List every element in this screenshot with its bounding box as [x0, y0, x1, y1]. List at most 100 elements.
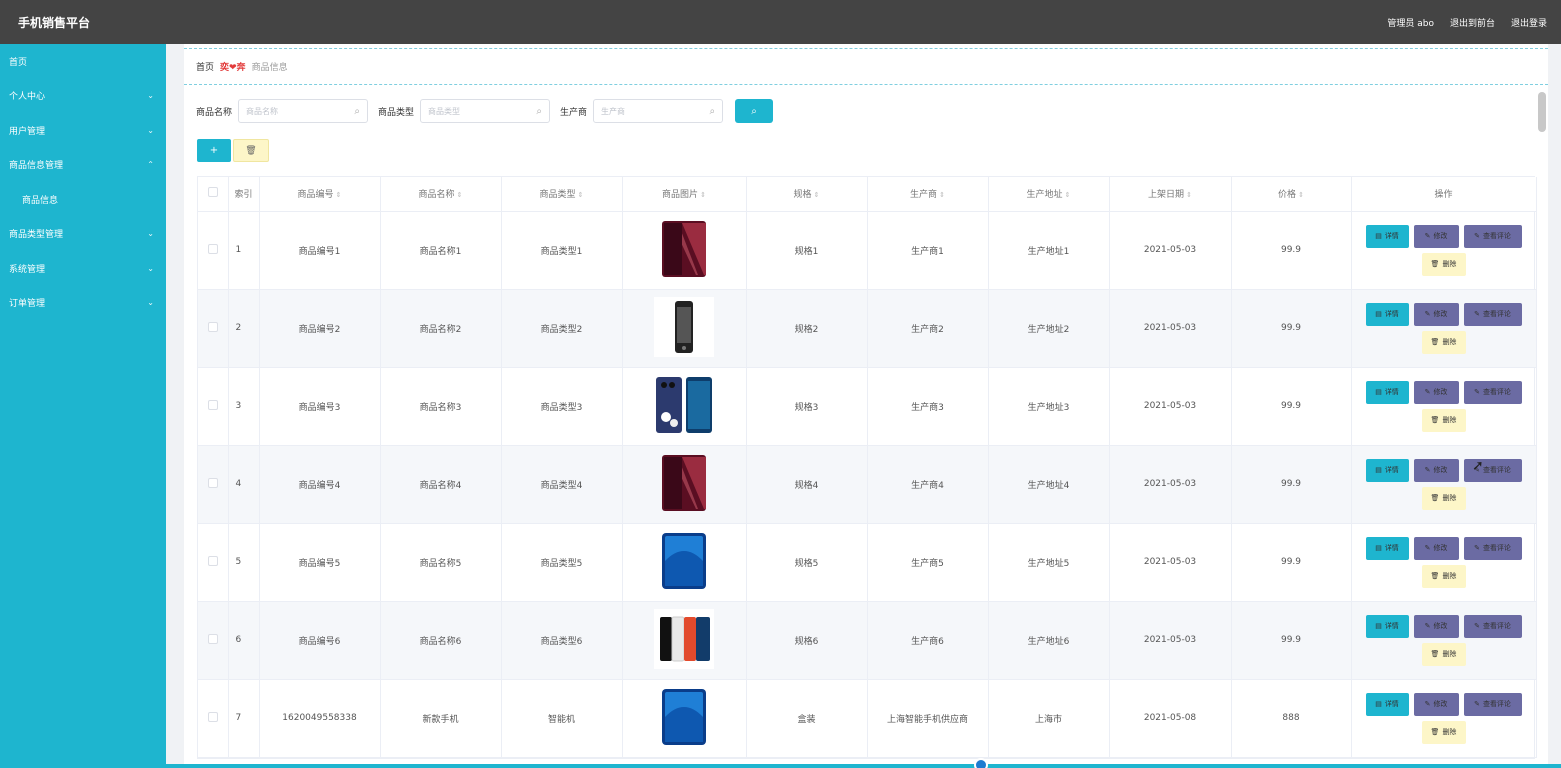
- sidebar-item-personal[interactable]: 个人中心 ⌄: [0, 79, 166, 114]
- sidebar-item-product-info[interactable]: 商品信息: [0, 182, 166, 217]
- trash-icon: 🗑: [1430, 416, 1440, 424]
- cell-spec: 规格2: [746, 289, 868, 368]
- edit-button[interactable]: ✎ 修改: [1413, 614, 1459, 638]
- cell-maker: 上海智能手机供应商: [867, 679, 989, 758]
- view-reviews-button[interactable]: ✎ 查看评论: [1463, 692, 1522, 716]
- cell-type: 商品类型6: [501, 601, 623, 680]
- phone-set-icon[interactable]: [654, 608, 714, 669]
- logout-link[interactable]: 退出登录: [1511, 16, 1547, 29]
- delete-button[interactable]: 🗑 删除: [1421, 720, 1466, 744]
- detail-button[interactable]: ▤ 详情: [1365, 692, 1409, 716]
- phone-black-icon[interactable]: [654, 296, 714, 357]
- document-icon: ▤: [1375, 700, 1382, 708]
- document-icon: ▤: [1375, 232, 1382, 240]
- search-button[interactable]: ⌕: [735, 99, 774, 123]
- sort-icon: ⇕: [700, 191, 706, 200]
- type-search-input[interactable]: 商品类型 ⌕: [420, 99, 551, 123]
- phone-red-icon[interactable]: [654, 219, 714, 279]
- mouse-cursor-icon: ➚: [1472, 458, 1484, 474]
- row-checkbox[interactable]: [198, 679, 229, 758]
- detail-button[interactable]: ▤ 详情: [1365, 380, 1409, 404]
- col-code[interactable]: 商品编号 ⇕: [259, 177, 381, 212]
- col-date[interactable]: 上架日期 ⇕: [1109, 177, 1232, 212]
- row-checkbox[interactable]: [198, 601, 229, 680]
- col-address[interactable]: 生产地址 ⇕: [988, 177, 1110, 212]
- sidebar-item-home[interactable]: 首页: [0, 44, 166, 79]
- col-name[interactable]: 商品名称 ⇕: [380, 177, 502, 212]
- cell-name: 商品名称1: [380, 211, 502, 290]
- delete-button[interactable]: 🗑 删除: [1421, 252, 1466, 276]
- breadcrumb-home[interactable]: 首页: [196, 60, 214, 73]
- col-type[interactable]: 商品类型 ⇕: [501, 177, 623, 212]
- sidebar-item-product-type-mgmt[interactable]: 商品类型管理 ⌄: [0, 217, 166, 252]
- scrollbar[interactable]: [1538, 92, 1546, 132]
- app-title: 手机销售平台: [18, 15, 91, 30]
- sort-icon: ⇕: [577, 191, 584, 200]
- row-checkbox[interactable]: [198, 367, 229, 446]
- row-checkbox[interactable]: [198, 289, 229, 368]
- cell-price: 99.9: [1231, 601, 1352, 680]
- cell-spec: 盒装: [746, 679, 868, 758]
- top-right-links: 管理员 abo 退出到前台 退出登录: [1387, 16, 1547, 29]
- edit-button[interactable]: ✎ 修改: [1413, 692, 1459, 716]
- sidebar-item-orders[interactable]: 订单管理 ⌄: [0, 286, 166, 321]
- sidebar-item-product-info-mgmt[interactable]: 商品信息管理 ⌃: [0, 148, 166, 183]
- back-to-front-link[interactable]: 退出到前台: [1450, 16, 1495, 29]
- cell-date: 2021-05-03: [1109, 601, 1232, 680]
- phone-red-icon[interactable]: [654, 453, 714, 513]
- table-row: 1 商品编号1 商品名称1 商品类型1 规格1 生产商1 生产地址1 2021-05-03 99…: [198, 211, 1537, 290]
- edit-button[interactable]: ✎ 修改: [1413, 458, 1459, 482]
- cell-address: 生产地址6: [988, 601, 1110, 680]
- trash-icon: 🗑: [1430, 260, 1440, 268]
- cell-address: 生产地址1: [988, 211, 1110, 290]
- add-button[interactable]: +: [197, 139, 231, 162]
- delete-button[interactable]: 🗑 删除: [1421, 564, 1466, 588]
- cell-date: 2021-05-03: [1109, 445, 1232, 524]
- cell-date: 2021-05-03: [1109, 523, 1232, 602]
- cell-name: 商品名称6: [380, 601, 502, 680]
- sidebar-item-users[interactable]: 用户管理 ⌄: [0, 113, 166, 148]
- breadcrumb: 首页 奕❤奔 商品信息: [184, 48, 1548, 85]
- cell-image: [622, 445, 747, 524]
- view-reviews-button[interactable]: ✎ 查看评论: [1463, 302, 1522, 326]
- delete-button[interactable]: 🗑 删除: [1421, 486, 1466, 510]
- row-checkbox[interactable]: [198, 445, 229, 524]
- col-image[interactable]: 商品图片 ⇕: [622, 177, 747, 212]
- detail-button[interactable]: ▤ 详情: [1365, 536, 1409, 560]
- delete-button[interactable]: 🗑 删除: [1421, 642, 1466, 666]
- row-checkbox[interactable]: [198, 211, 229, 290]
- col-index: 索引: [228, 177, 260, 212]
- select-all-checkbox[interactable]: [198, 177, 229, 212]
- delete-button[interactable]: 🗑 删除: [1421, 330, 1466, 354]
- batch-delete-button[interactable]: 🗑: [233, 139, 269, 162]
- col-spec[interactable]: 规格 ⇕: [746, 177, 868, 212]
- phone-blue-icon[interactable]: [654, 687, 714, 747]
- row-checkbox[interactable]: [198, 523, 229, 602]
- col-price[interactable]: 价格 ⇕: [1231, 177, 1352, 212]
- detail-button[interactable]: ▤ 详情: [1365, 302, 1409, 326]
- view-reviews-button[interactable]: ✎ 查看评论: [1463, 614, 1522, 638]
- name-search-input[interactable]: 商品名称 ⌕: [238, 99, 369, 123]
- view-reviews-button[interactable]: ✎ 查看评论: [1463, 536, 1522, 560]
- edit-button[interactable]: ✎ 修改: [1413, 302, 1459, 326]
- cell-type: 智能机: [501, 679, 623, 758]
- floating-dot-button[interactable]: [974, 758, 988, 768]
- edit-button[interactable]: ✎ 修改: [1413, 380, 1459, 404]
- edit-button[interactable]: ✎ 修改: [1413, 536, 1459, 560]
- phone-blue-icon[interactable]: [654, 531, 714, 591]
- detail-button[interactable]: ▤ 详情: [1365, 458, 1409, 482]
- view-reviews-button[interactable]: ✎ 查看评论: [1463, 224, 1522, 248]
- delete-button[interactable]: 🗑 删除: [1421, 408, 1466, 432]
- detail-button[interactable]: ▤ 详情: [1365, 614, 1409, 638]
- cell-index: 7: [228, 679, 260, 758]
- col-maker[interactable]: 生产商 ⇕: [867, 177, 989, 212]
- view-reviews-button[interactable]: ✎ 查看评论: [1463, 380, 1522, 404]
- top-bar: 手机销售平台 管理员 abo 退出到前台 退出登录: [0, 0, 1561, 44]
- detail-button[interactable]: ▤ 详情: [1365, 224, 1409, 248]
- phone-pair-icon[interactable]: [654, 375, 714, 435]
- sort-icon: ⇕: [813, 191, 820, 200]
- edit-button[interactable]: ✎ 修改: [1413, 224, 1459, 248]
- sidebar-item-system[interactable]: 系统管理 ⌄: [0, 251, 166, 286]
- maker-search-input[interactable]: 生产商 ⌕: [593, 99, 724, 123]
- main-content: 首页 奕❤奔 商品信息 商品名称 商品名称 ⌕ 商品类型 商品类型 ⌕ 生产商 生产…: [184, 44, 1548, 768]
